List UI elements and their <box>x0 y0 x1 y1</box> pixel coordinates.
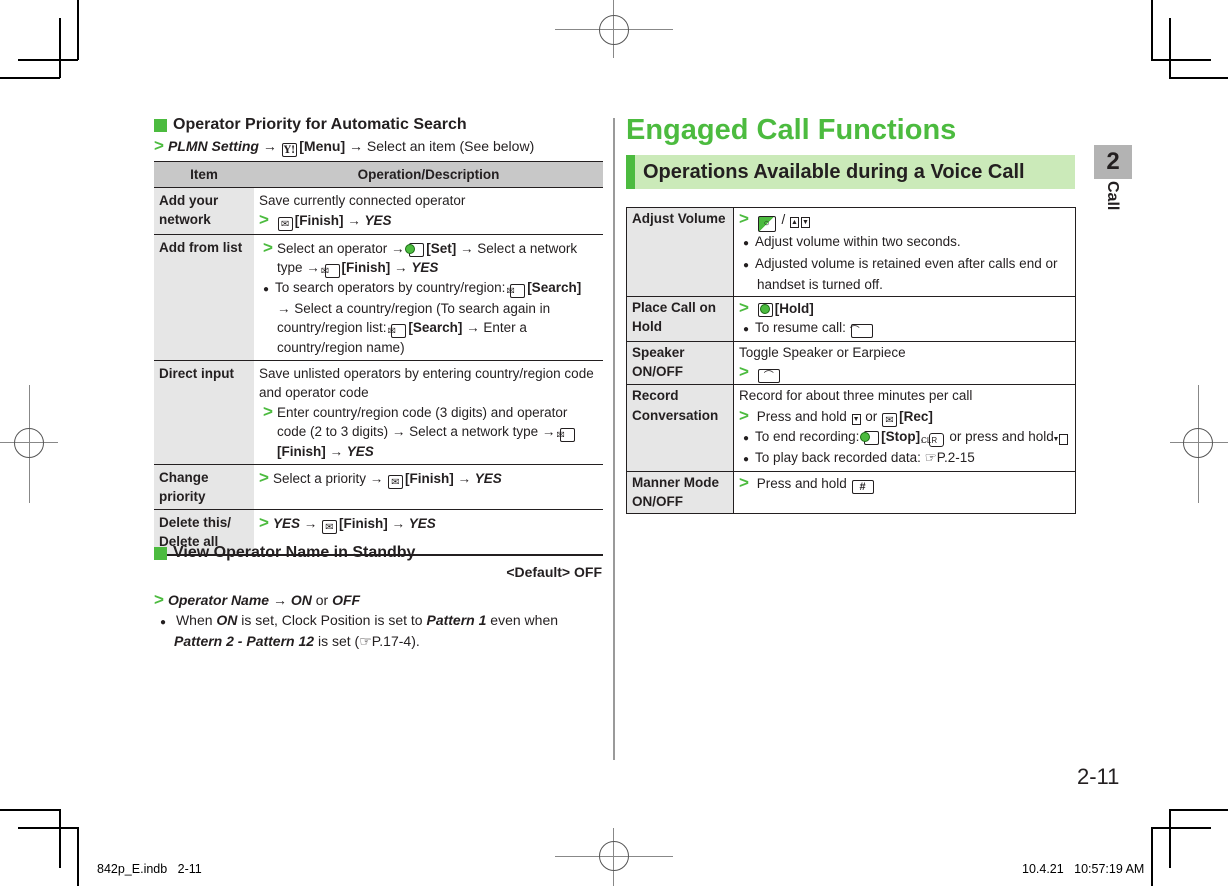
step-arrow-icon: > <box>259 513 269 532</box>
side-down-key-icon: ▼ <box>1053 433 1068 445</box>
row-item-speaker: Speaker ON/OFF <box>626 340 734 385</box>
section-heading-view-operator-name: View Operator Name in Standby <box>154 544 415 562</box>
row-item-direct-input: Direct input <box>154 360 254 465</box>
voice-call-operations-table: Adjust Volume > ○ / ▲▼ Adjust volume wit… <box>626 207 1076 514</box>
step-arrow-icon: > <box>739 405 749 425</box>
mail-key-icon: ✉ <box>388 324 407 338</box>
page-title: Engaged Call Functions <box>626 114 957 146</box>
mail-key-icon: ✉ <box>321 264 340 278</box>
default-value: <Default> OFF <box>506 564 602 580</box>
table-row: Record Conversation Record for about thr… <box>626 384 1076 472</box>
chapter-tab-label: Call <box>1104 181 1121 211</box>
side-down-key-icon: ▼ <box>801 217 810 228</box>
step-arrow-icon: > <box>259 468 269 487</box>
page-reference-link[interactable]: P.17-4 <box>372 633 411 649</box>
table-row: Add from list > Select an operator → [Set… <box>154 234 603 361</box>
step-arrow-icon: > <box>739 472 749 492</box>
center-key-icon <box>859 430 880 445</box>
page-number: 2-11 <box>1077 764 1120 789</box>
step-arrow-icon: > <box>739 297 749 317</box>
row-item-place-call-on-hold: Place Call on Hold <box>626 295 734 342</box>
step-arrow-icon: > <box>739 209 749 228</box>
row-item-add-your-network: Add your network <box>154 187 254 235</box>
mail-key-icon: ✉ <box>556 428 576 442</box>
slug-datetime: 10.4.21 10:57:19 AM <box>1022 862 1145 876</box>
table-row: Adjust Volume > ○ / ▲▼ Adjust volume wit… <box>626 207 1076 297</box>
table-row: Speaker ON/OFF Toggle Speaker or Earpiec… <box>626 340 1076 385</box>
call-key-icon: ⌒ <box>757 369 780 383</box>
clear-key-icon: CLR <box>921 432 944 447</box>
subsection-band: Operations Available during a Voice Call <box>626 155 1075 189</box>
right-arrow-icon: → <box>262 138 277 154</box>
call-key-icon: ⌒ <box>850 324 873 338</box>
step-arrow-icon: > <box>154 590 164 609</box>
table-row: Add your network Save currently connecte… <box>154 187 603 235</box>
table-header-row: Item Operation/Description <box>154 161 603 188</box>
step-arrow-icon: > <box>263 238 273 257</box>
step-arrow-icon: > <box>154 136 164 155</box>
table-row: Change priority > Select a priority → ✉ [F… <box>154 464 603 510</box>
row-item-adjust-volume: Adjust Volume <box>626 207 734 297</box>
pointing-hand-icon: ☞ <box>359 633 372 649</box>
subsection-title: Operations Available during a Voice Call <box>643 160 1025 183</box>
mail-key-icon: ✉ <box>388 475 403 489</box>
green-square-icon <box>154 546 167 560</box>
green-square-icon <box>154 118 167 132</box>
page-reference-link[interactable]: P.2-15 <box>937 450 975 465</box>
column-divider <box>613 118 615 760</box>
side-down-key-icon: ▼ <box>851 413 861 425</box>
operator-name-path: > Operator Name → ON or OFF <box>154 590 361 609</box>
hash-key-icon: # <box>851 479 874 494</box>
step-arrow-icon: > <box>263 402 273 421</box>
operator-priority-path: > PLMN Setting → Y! [Menu] → Select an ite… <box>154 136 535 157</box>
side-up-key-icon: ▲ <box>790 217 799 228</box>
operator-name-note: When ON is set, Clock Position is set to… <box>156 611 596 651</box>
table-row: Place Call on Hold > [Hold] To resume ca… <box>626 295 1076 342</box>
pointing-hand-icon: ☞ <box>924 450 937 465</box>
yahoo-key-icon: Y! <box>281 143 298 157</box>
right-arrow-icon: → <box>349 138 364 154</box>
slug-file-info: 842p_E.indb 2-11 <box>97 862 202 876</box>
row-item-manner-mode: Manner Mode ON/OFF <box>626 470 734 514</box>
row-item-record-conversation: Record Conversation <box>626 384 734 472</box>
header-item: Item <box>154 161 254 188</box>
table-row: Manner Mode ON/OFF > Press and hold # <box>626 470 1076 514</box>
section-heading-operator-priority: Operator Priority for Automatic Search <box>154 116 467 134</box>
table-row: Direct input Save unlisted operators by … <box>154 360 603 465</box>
center-key-icon <box>404 243 425 257</box>
operator-priority-table: Item Operation/Description Add your netw… <box>154 161 603 556</box>
row-item-add-from-list: Add from list <box>154 234 254 361</box>
band-accent-bar <box>626 155 635 189</box>
header-operation: Operation/Description <box>254 161 603 188</box>
mail-key-icon: ✉ <box>321 520 337 534</box>
chapter-tab-number[interactable]: 2 <box>1094 145 1132 179</box>
step-arrow-icon: > <box>259 210 269 229</box>
row-item-change-priority: Change priority <box>154 464 254 510</box>
mail-key-icon: ✉ <box>506 284 526 298</box>
center-key-icon <box>757 302 773 317</box>
mail-key-icon: ✉ <box>882 412 898 427</box>
mail-key-icon: ✉ <box>277 217 293 231</box>
navigation-key-icon: ○ <box>757 216 776 232</box>
step-arrow-icon: > <box>739 362 749 381</box>
